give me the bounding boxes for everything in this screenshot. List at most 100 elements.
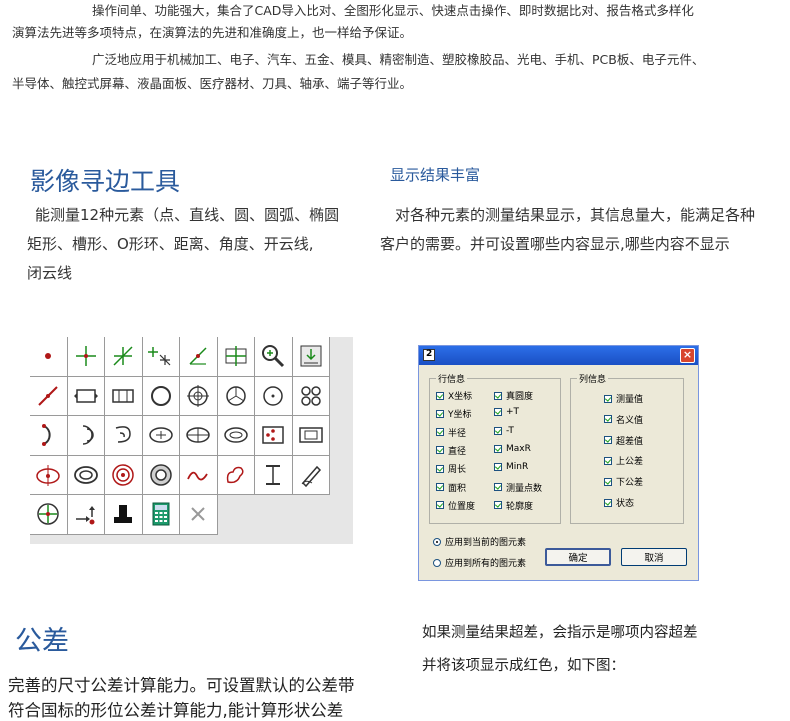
spiral-tool-button[interactable] — [105, 416, 143, 456]
checkbox-row_right-2[interactable]: -T — [494, 426, 514, 436]
distance-tool-button[interactable] — [255, 455, 293, 495]
checkbox-box — [494, 408, 502, 417]
dot-circle-tool-button[interactable] — [255, 376, 293, 416]
intro-line-2: 演算法先进等多项特点，在演算法的先进和准确度上，也一样给予保证。 — [12, 25, 413, 40]
auto-point-tool-button[interactable] — [142, 337, 180, 377]
checkbox-box — [436, 391, 444, 400]
edge-tool-line-3: 闭云线 — [27, 264, 73, 282]
checkbox-row_right-1[interactable]: +T — [494, 407, 519, 417]
angle-line-icon — [189, 347, 207, 365]
checkbox-row_left-1[interactable]: Y坐标 — [436, 407, 472, 420]
checkbox-box — [494, 391, 502, 400]
pen-tool-button[interactable] — [292, 455, 330, 495]
checkbox-col_items-2[interactable]: 超差值 — [604, 434, 643, 447]
row-info-label: 行信息 — [436, 372, 468, 385]
delete-tool-button[interactable] — [180, 495, 218, 535]
ellipse-cross-tool-button[interactable] — [142, 416, 180, 456]
checkbox-row_right-0[interactable]: 真圆度 — [494, 389, 533, 402]
slot-tool-button[interactable] — [105, 376, 143, 416]
four-circles-tool-button[interactable] — [292, 376, 330, 416]
line-tool-icon — [38, 386, 58, 406]
checkbox-box — [494, 444, 502, 453]
checkbox-col_items-0[interactable]: 测量值 — [604, 392, 643, 405]
point-frame-icon — [262, 426, 284, 444]
ring-tool-button[interactable] — [67, 455, 105, 495]
double-ring-tool-button[interactable] — [105, 455, 143, 495]
display-line-2: 客户的需要。并可设置哪些内容显示,哪些内容不显示 — [380, 235, 730, 253]
arrow-point-tool-button[interactable] — [67, 495, 105, 535]
arc-multi-tool-button[interactable] — [67, 416, 105, 456]
double-rect-tool-button[interactable] — [292, 416, 330, 456]
checkbox-row_left-2[interactable]: 半径 — [436, 426, 466, 439]
arc-circle-tool-button[interactable] — [217, 376, 255, 416]
circle-tool-button[interactable] — [142, 376, 180, 416]
ok-button[interactable]: 确定 — [545, 548, 611, 566]
checkbox-box — [604, 436, 612, 445]
target-icon — [37, 503, 59, 525]
arc-circle-icon — [226, 386, 246, 406]
frame-icon — [300, 345, 322, 367]
calculator-tool-button[interactable] — [142, 495, 180, 535]
apply-all-radio[interactable]: 应用到所有的图元素 — [433, 556, 526, 569]
angle-line-tool-button[interactable] — [180, 337, 218, 377]
checkbox-col_items-4[interactable]: 下公差 — [604, 475, 643, 488]
point-frame-tool-button[interactable] — [255, 416, 293, 456]
frame-tool-button[interactable] — [292, 337, 330, 377]
line-cross-tool-button[interactable] — [105, 337, 143, 377]
ring-icon — [73, 465, 98, 484]
hat-tool-button[interactable] — [105, 495, 143, 535]
checkbox-box — [436, 464, 444, 473]
checkbox-col_items-1[interactable]: 名义值 — [604, 413, 643, 426]
display-heading: 显示结果丰富 — [390, 166, 481, 184]
cross-point-tool-button[interactable] — [67, 337, 105, 377]
checkbox-row_right-4[interactable]: MinR — [494, 462, 528, 472]
checkbox-row_right-6[interactable]: 轮廓度 — [494, 499, 533, 512]
intro-line-3: 广泛地应用于机械加工、电子、汽车、五金、模具、精密制造、塑胶橡胶品、光电、手机、… — [92, 52, 705, 67]
checkbox-row_left-0[interactable]: X坐标 — [436, 389, 472, 402]
line-tool-tool-button[interactable] — [30, 376, 68, 416]
rect-tool-button[interactable] — [67, 376, 105, 416]
checkbox-row_left-4[interactable]: 周长 — [436, 462, 466, 475]
intro-line-4: 半导体、触控式屏幕、液晶面板、医疗器材、刀具、轴承、端子等行业。 — [12, 76, 413, 91]
edge-tool-line-1: 能测量12种元素（点、直线、圆、圆弧、椭圆 — [35, 206, 340, 224]
checkbox-row_left-3[interactable]: 直径 — [436, 444, 466, 457]
ellipse-line-tool-button[interactable] — [180, 416, 218, 456]
calculator-icon — [152, 502, 170, 526]
dialog-titlebar[interactable]: 2 × — [419, 346, 698, 365]
checkbox-col_items-5[interactable]: 状态 — [604, 496, 634, 509]
checkbox-row_left-6[interactable]: 位置度 — [436, 499, 475, 512]
ring-ellipse-tool-button[interactable] — [217, 416, 255, 456]
open-curve-tool-button[interactable] — [180, 455, 218, 495]
col-info-group: 列信息 测量值 名义值 超差值 上公差 下公差 状态 — [570, 372, 684, 524]
arc-tool-button[interactable] — [30, 416, 68, 456]
o-ring-tool-button[interactable] — [142, 455, 180, 495]
slot-icon — [112, 389, 134, 403]
arc-icon — [42, 424, 51, 447]
checkbox-box — [494, 483, 502, 491]
checkbox-box — [494, 463, 502, 472]
checkbox-row_right-5[interactable]: 测量点数 — [494, 481, 542, 494]
target-tool-button[interactable] — [30, 495, 68, 535]
checkbox-box — [604, 415, 612, 424]
ellipse-point-tool-button[interactable] — [30, 455, 68, 495]
checkbox-col_items-3[interactable]: 上公差 — [604, 454, 643, 467]
cancel-button[interactable]: 取消 — [621, 548, 687, 566]
arc-multi-icon — [82, 425, 94, 445]
dialog-close-button[interactable]: × — [680, 348, 695, 363]
checkbox-box — [436, 428, 444, 437]
closed-curve-tool-button[interactable] — [217, 455, 255, 495]
point-tool-icon — [45, 353, 52, 360]
pen-icon — [301, 465, 321, 487]
checkbox-box — [436, 446, 444, 455]
checkbox-box — [604, 456, 612, 465]
point-tool-tool-button[interactable] — [30, 337, 68, 377]
crosshair-circle-tool-button[interactable] — [180, 376, 218, 416]
checkbox-row_left-5[interactable]: 面积 — [436, 481, 466, 494]
zoom-tool-button[interactable] — [255, 337, 293, 377]
checkbox-row_right-3[interactable]: MaxR — [494, 444, 531, 454]
auto-point-icon — [147, 347, 171, 366]
four-circles-icon — [301, 386, 321, 406]
apply-current-radio[interactable]: 应用到当前的图元素 — [433, 535, 526, 548]
arrow-point-icon — [75, 506, 95, 525]
center-cross-tool-button[interactable] — [217, 337, 255, 377]
